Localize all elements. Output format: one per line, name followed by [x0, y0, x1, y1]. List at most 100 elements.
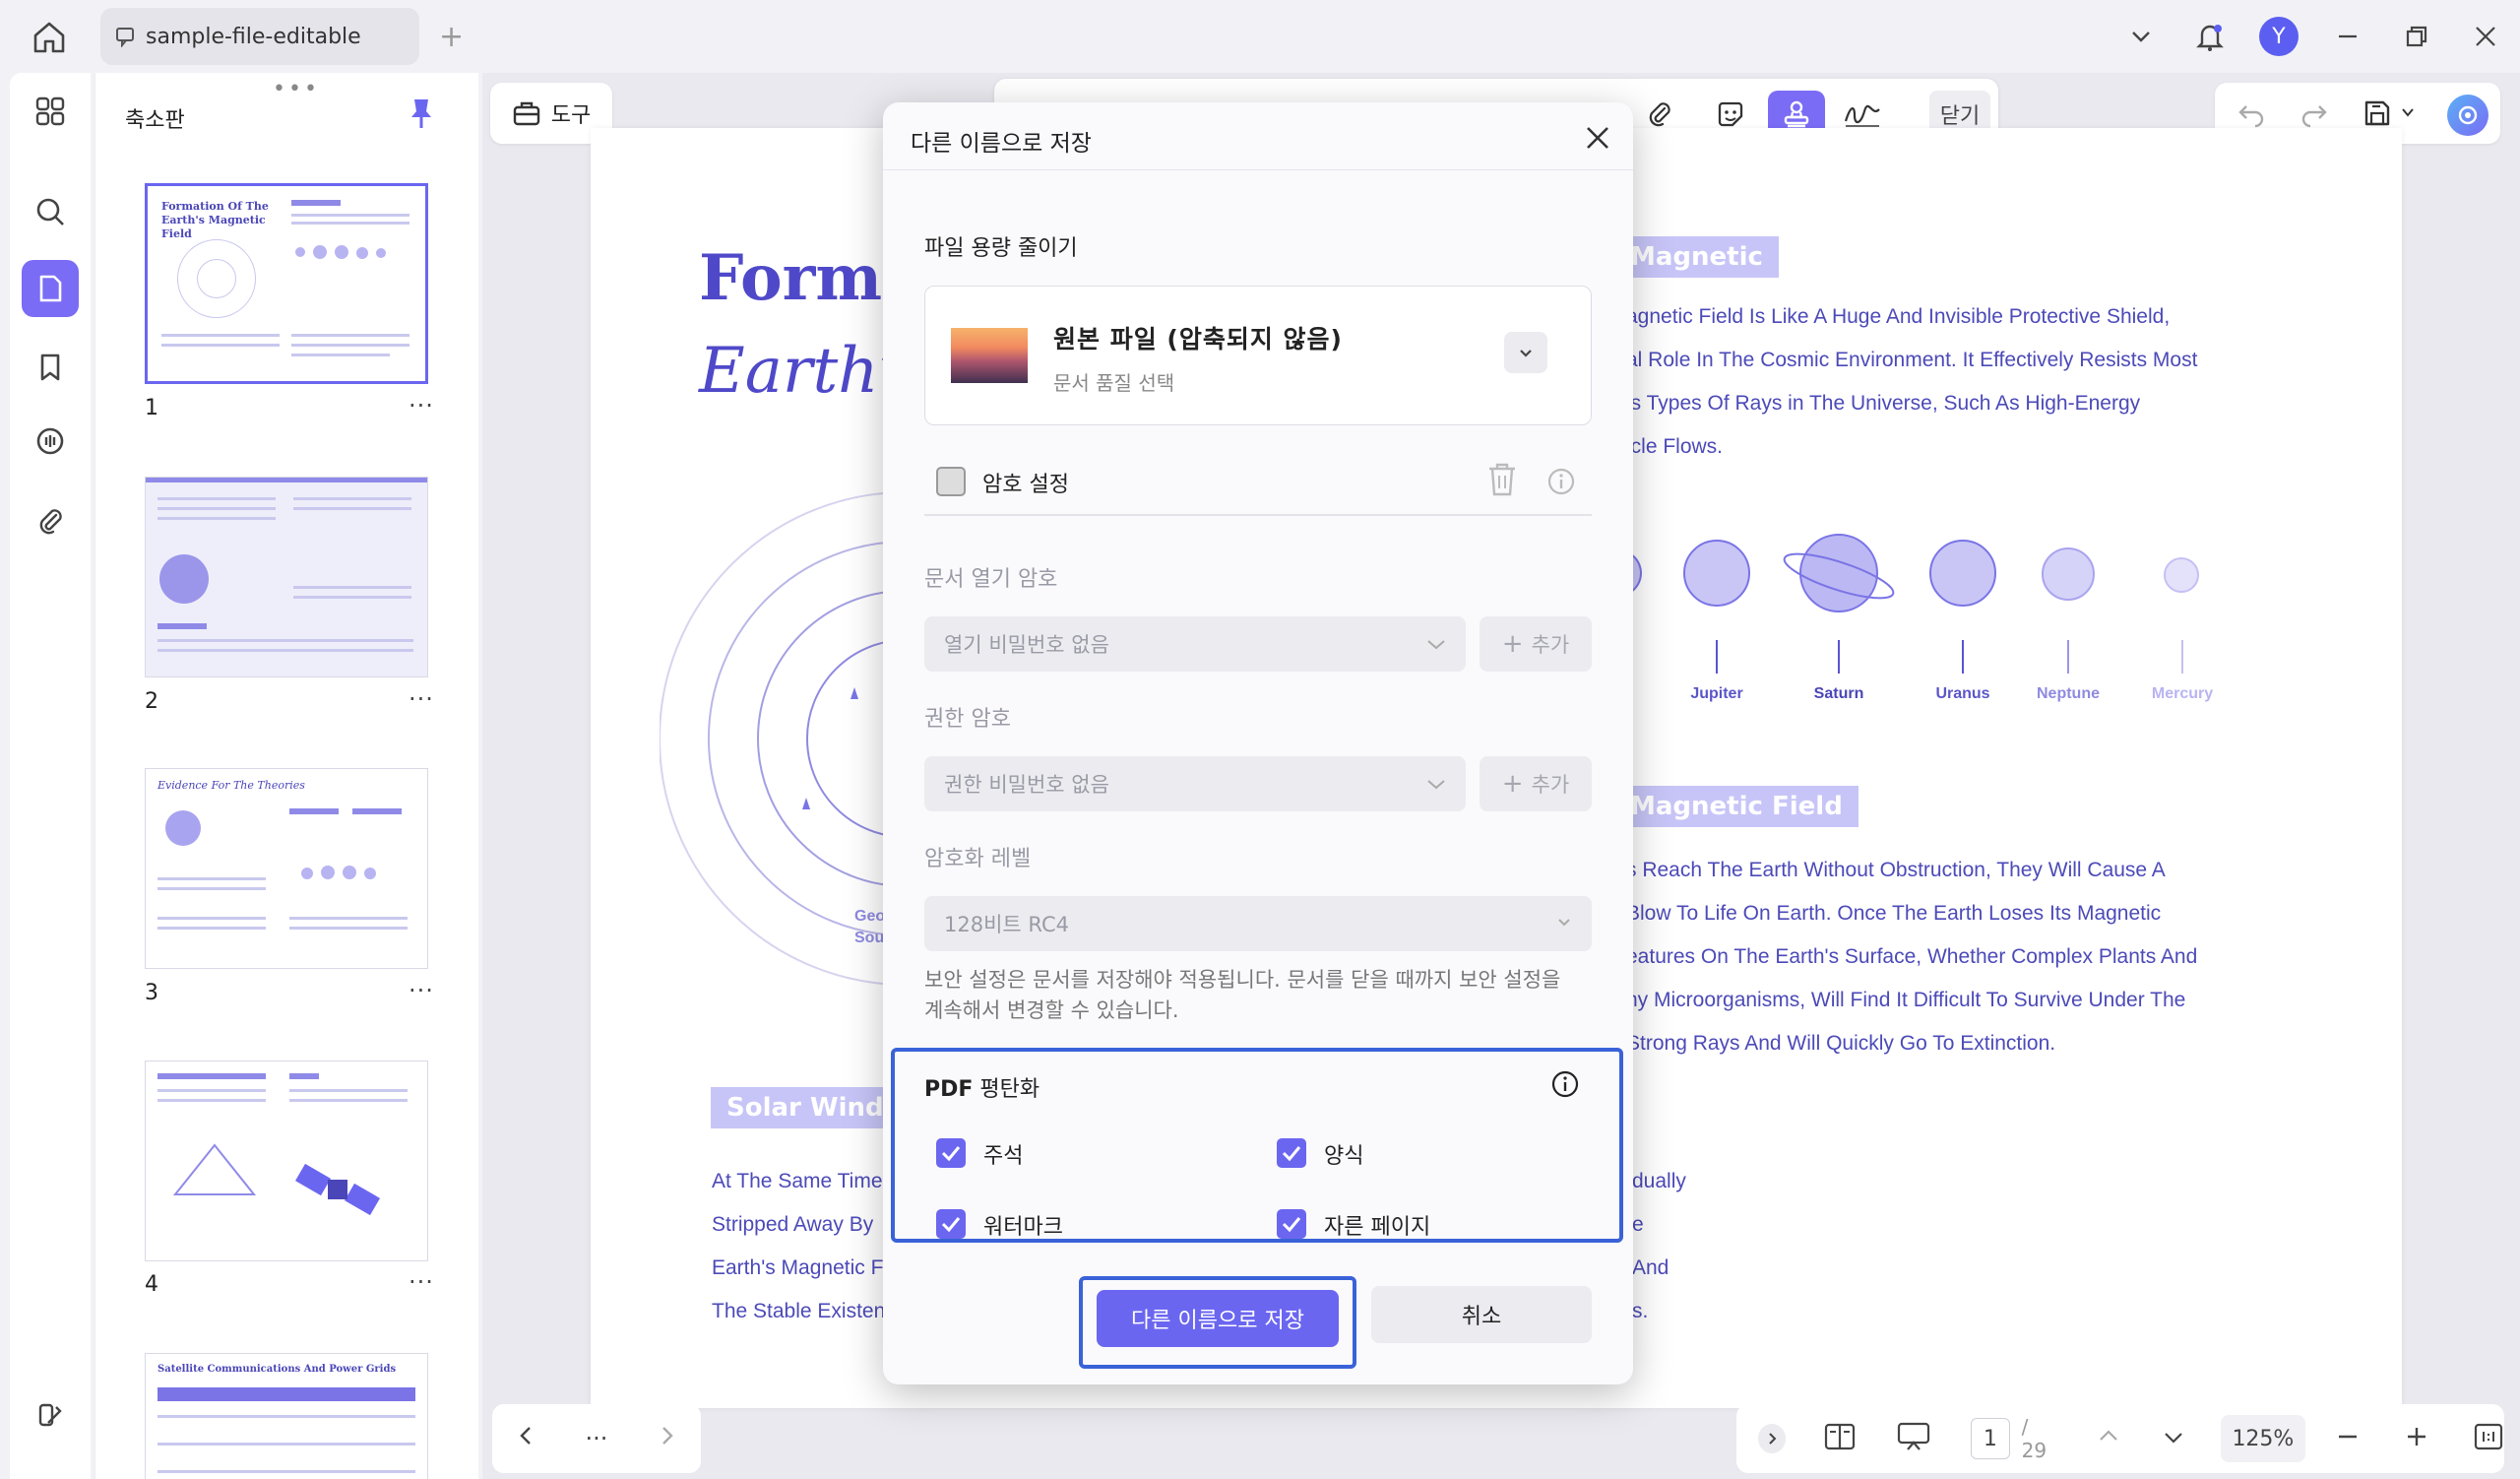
flatten-cropped-pages-checkbox[interactable]	[1277, 1209, 1306, 1239]
quality-preview-image	[951, 328, 1028, 383]
next-page-down-icon[interactable]	[2162, 1425, 2185, 1452]
planet-label: Neptune	[2037, 685, 2100, 702]
section-tag-magnetic-field: Magnetic Field	[1614, 786, 1858, 827]
paragraph-line: Strong Rays And Will Quickly Go To Extin…	[1626, 1032, 2056, 1055]
close-window-icon[interactable]	[2451, 0, 2520, 73]
chevron-down-icon[interactable]	[2107, 0, 2175, 73]
expand-icon[interactable]	[1758, 1424, 1787, 1453]
trash-icon[interactable]	[1485, 461, 1519, 502]
zoom-in-icon[interactable]	[2404, 1424, 2429, 1453]
paragraph-line: s.	[1632, 1300, 1649, 1322]
info-icon[interactable]	[1550, 1069, 1580, 1099]
chevron-down-icon	[1427, 640, 1445, 650]
view-controls-bar: 1 / 29 125%	[1736, 1404, 2504, 1473]
open-password-label: 문서 열기 암호	[924, 567, 1058, 592]
zoom-out-icon[interactable]	[2335, 1424, 2361, 1453]
zoom-level[interactable]: 125%	[2220, 1415, 2306, 1462]
pin-icon[interactable]	[409, 96, 434, 134]
page-thumbnail[interactable]: Formation Of The Earth's Magnetic Field	[145, 183, 428, 384]
next-page-icon[interactable]	[656, 1425, 677, 1452]
page-thumbnail[interactable]	[145, 477, 428, 677]
comment-list-icon[interactable]	[22, 414, 79, 471]
page-more-button[interactable]: ···	[409, 392, 434, 419]
cancel-button[interactable]: 취소	[1371, 1286, 1592, 1343]
total-pages: / 29	[2021, 1415, 2048, 1462]
comment-icon	[116, 28, 134, 47]
paragraph-line: Stripped Away By	[712, 1213, 874, 1236]
page-number: 3	[145, 981, 158, 1005]
close-icon[interactable]	[1578, 118, 1617, 158]
paragraph-line: And	[1632, 1256, 1670, 1279]
save-as-dialog: 다른 이름으로 저장 파일 용량 줄이기 원본 파일 (압축되지 않음) 문서 …	[883, 102, 1633, 1384]
pdf-flatten-section: PDF 평탄화 주석 양식 워터마크 자른 페이지	[891, 1048, 1623, 1243]
flatten-annotations-checkbox[interactable]	[936, 1138, 966, 1168]
save-menu-chevron-icon[interactable]	[2400, 104, 2416, 124]
page-layout-icon[interactable]	[1823, 1422, 1857, 1455]
page-thumbnail[interactable]: Satellite Communications And Power Grids	[145, 1353, 428, 1479]
thumbnail-page-icon[interactable]	[22, 260, 79, 317]
document-tab[interactable]: sample-file-editable	[100, 8, 419, 65]
restore-icon[interactable]	[2382, 0, 2451, 73]
save-icon[interactable]	[2362, 98, 2392, 132]
planet-label: Mercury	[2151, 685, 2214, 702]
more-button[interactable]: ···	[586, 1425, 608, 1452]
attachment-icon[interactable]	[22, 492, 79, 549]
panel-title: 축소판	[125, 108, 185, 133]
presentation-icon[interactable]	[1896, 1421, 1931, 1456]
page-thumbnail[interactable]: Evidence For The Theories	[145, 768, 428, 969]
page-thumbnail[interactable]	[145, 1061, 428, 1261]
quality-selector[interactable]: 원본 파일 (압축되지 않음) 문서 품질 선택	[924, 286, 1592, 425]
open-password-select[interactable]: 열기 비밀번호 없음	[924, 616, 1466, 672]
chevron-down-icon	[1427, 780, 1445, 790]
permission-password-select[interactable]: 권한 비밀번호 없음	[924, 756, 1466, 811]
page-number: 2	[145, 689, 158, 714]
save-as-button[interactable]: 다른 이름으로 저장	[1097, 1290, 1339, 1347]
page-more-button[interactable]: ···	[409, 1268, 434, 1296]
page-more-button[interactable]: ···	[409, 685, 434, 713]
encryption-level-label: 암호화 레벨	[924, 847, 1032, 871]
saturn-ring	[1783, 552, 1895, 600]
paragraph-line: is Types Of Rays in The Universe, Such A…	[1626, 392, 2141, 415]
flatten-forms-checkbox[interactable]	[1277, 1138, 1306, 1168]
password-label: 암호 설정	[982, 473, 1069, 497]
panel-drag-handle[interactable]: • • •	[273, 77, 317, 101]
redo-icon[interactable]	[2300, 98, 2329, 132]
paragraph-line: agnetic Field Is Like A Huge And Invisib…	[1626, 305, 2171, 328]
bell-icon[interactable]	[2175, 0, 2244, 73]
avatar-button[interactable]: Y	[2244, 0, 2313, 73]
chevron-down-icon[interactable]	[1504, 332, 1547, 373]
undo-icon[interactable]	[2236, 98, 2266, 132]
flatten-cropped-pages-label: 자른 페이지	[1324, 1215, 1431, 1240]
add-permission-password-button[interactable]: + 추가	[1480, 756, 1592, 811]
check-icon	[941, 1146, 961, 1162]
info-icon[interactable]	[1546, 467, 1576, 496]
page-number-input[interactable]: 1	[1971, 1418, 2010, 1459]
quality-subtitle: 문서 품질 선택	[1053, 371, 1175, 395]
section-tag-magnetic: Magnetic	[1614, 236, 1779, 278]
prev-page-icon[interactable]	[516, 1425, 537, 1452]
grid-icon[interactable]	[22, 83, 79, 140]
password-checkbox[interactable]	[936, 467, 966, 496]
paragraph-line: ny Microorganisms, Will Find It Difficul…	[1626, 989, 2186, 1011]
actual-size-icon[interactable]	[2473, 1422, 2504, 1455]
bookmark-icon[interactable]	[22, 339, 79, 396]
ai-assistant-icon[interactable]	[2447, 95, 2488, 136]
orbit-caption-line2: Sou	[854, 930, 885, 946]
encryption-level-select[interactable]: 128비트 RC4	[924, 896, 1592, 951]
prev-page-up-icon[interactable]	[2097, 1425, 2120, 1452]
open-password-value: 열기 비밀번호 없음	[944, 633, 1109, 657]
chevron-down-icon	[1558, 919, 1570, 927]
add-tab-icon[interactable]: +	[439, 20, 464, 54]
paragraph-line: The Stable Existen	[712, 1300, 886, 1322]
permission-password-label: 권한 암호	[924, 707, 1011, 732]
minimize-icon[interactable]	[2313, 0, 2382, 73]
search-icon[interactable]	[22, 183, 79, 240]
add-open-password-button[interactable]: + 추가	[1480, 616, 1592, 672]
home-icon[interactable]	[30, 18, 69, 57]
security-note: 보안 설정은 문서를 저장해야 적용됩니다. 문서를 닫을 때까지 보안 설정을…	[924, 968, 1561, 1022]
add-label: 추가	[1531, 773, 1570, 797]
paragraph-line: At The Same Time	[712, 1170, 883, 1192]
flatten-watermark-checkbox[interactable]	[936, 1209, 966, 1239]
theme-toggle-icon[interactable]	[22, 1386, 79, 1444]
page-more-button[interactable]: ···	[409, 977, 434, 1004]
